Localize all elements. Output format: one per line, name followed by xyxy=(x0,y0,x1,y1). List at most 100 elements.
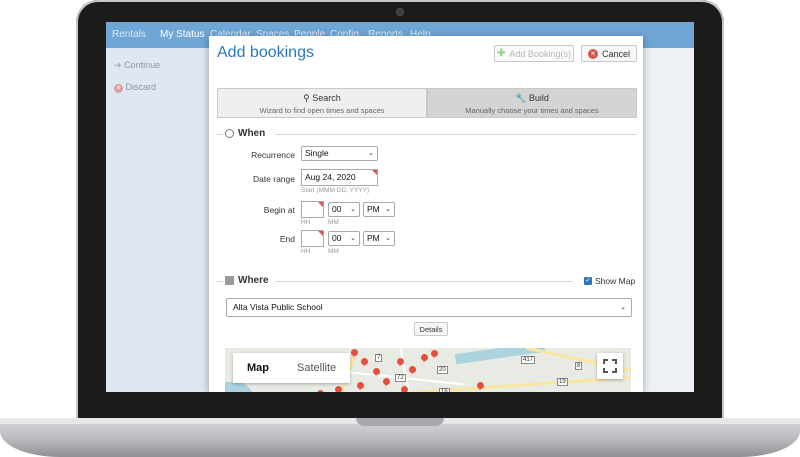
road-label: 72 xyxy=(395,374,406,382)
end-ampm-value: PM xyxy=(367,233,380,243)
details-label: Details xyxy=(419,324,443,334)
divider xyxy=(217,281,223,282)
begin-ampm-select[interactable]: PM ⌄ xyxy=(363,202,395,217)
map-marker[interactable] xyxy=(409,366,416,375)
dialog-title: Add bookings xyxy=(217,44,314,61)
add-bookings-button[interactable]: ✚ Add Booking(s) xyxy=(494,45,574,62)
sidebar-item-label: Discard xyxy=(125,82,157,92)
begin-hour-input[interactable] xyxy=(301,201,324,218)
end-label: End xyxy=(279,234,295,244)
location-map[interactable]: 417 7 7 72 20 16 2 19 8 xyxy=(225,348,631,392)
road-label: 19 xyxy=(557,378,568,386)
sidebar-item-continue[interactable]: ➜ Continue xyxy=(114,60,160,71)
map-marker[interactable] xyxy=(383,378,390,387)
divider xyxy=(217,134,223,135)
map-marker[interactable] xyxy=(431,350,438,359)
webcam xyxy=(396,8,404,16)
nav-item-my-status[interactable]: My Status xyxy=(160,29,204,40)
map-marker[interactable] xyxy=(361,358,368,367)
fullscreen-button[interactable] xyxy=(597,353,623,379)
nav-item-rentals[interactable]: Rentals xyxy=(112,29,146,40)
map-tab-satellite[interactable]: Satellite xyxy=(283,353,350,383)
map-marker[interactable] xyxy=(351,349,358,358)
close-icon: × xyxy=(587,48,598,59)
chevron-down-icon: ⌄ xyxy=(385,206,391,213)
where-heading: Where xyxy=(225,275,269,286)
when-heading: When xyxy=(225,128,265,139)
chevron-down-icon: ⌄ xyxy=(350,235,356,242)
tab-search-sub: Wizard to find open times and spaces xyxy=(259,106,385,115)
chevron-down-icon: ⌄ xyxy=(620,304,626,311)
details-button[interactable]: Details xyxy=(414,322,448,336)
show-map-checkbox[interactable]: ✓ xyxy=(584,277,592,285)
clock-icon xyxy=(225,129,234,138)
road-label: 8 xyxy=(575,362,583,370)
begin-label: Begin at xyxy=(263,205,295,215)
plus-icon: ✚ xyxy=(497,48,506,59)
laptop-screen: Rentals My Status Calendar Spaces People… xyxy=(106,22,694,392)
map-marker[interactable] xyxy=(335,386,342,392)
date-format-hint: Start (MMM DD, YYYY) xyxy=(301,187,370,194)
required-marker xyxy=(318,202,323,207)
map-marker[interactable] xyxy=(421,354,428,363)
mm-hint: MM xyxy=(328,219,339,226)
required-marker xyxy=(372,170,377,175)
close-circle-icon: × xyxy=(114,84,123,93)
recurrence-select[interactable]: Single ⌄ xyxy=(301,146,378,161)
chevron-down-icon: ⌄ xyxy=(350,206,356,213)
cancel-button[interactable]: × Cancel xyxy=(581,45,637,62)
date-range-label: Date range xyxy=(252,174,295,184)
map-marker[interactable] xyxy=(373,368,380,377)
laptop-notch xyxy=(356,418,444,426)
arrow-right-icon: ➜ xyxy=(114,60,122,70)
start-date-value: Aug 24, 2020 xyxy=(305,172,356,182)
sidebar-item-discard[interactable]: × Discard xyxy=(114,82,156,93)
tab-build-sub: Manually choose your times and spaces xyxy=(465,106,599,115)
map-marker[interactable] xyxy=(317,390,324,392)
map-marker[interactable] xyxy=(401,386,408,392)
mm-hint: MM xyxy=(328,248,339,255)
building-icon xyxy=(225,276,234,285)
road-label: 20 xyxy=(437,366,448,374)
app-sidebar: ➜ Continue × Discard xyxy=(106,48,212,392)
search-icon: ⚲ xyxy=(303,93,310,103)
map-marker[interactable] xyxy=(397,358,404,367)
map-type-control: Map Satellite xyxy=(233,353,351,383)
begin-minute-value: 00 xyxy=(332,204,342,214)
divider xyxy=(275,134,637,135)
wrench-icon: 🔧 xyxy=(515,93,527,103)
recurrence-label: Recurrence xyxy=(251,150,295,160)
hh-hint: HH xyxy=(301,219,311,226)
end-hour-input[interactable] xyxy=(301,230,324,247)
sidebar-item-label: Continue xyxy=(124,60,161,70)
chevron-down-icon: ⌄ xyxy=(385,235,391,242)
road-label: 417 xyxy=(521,356,536,364)
chevron-down-icon: ⌄ xyxy=(368,150,374,157)
end-ampm-select[interactable]: PM ⌄ xyxy=(363,231,395,246)
map-water xyxy=(225,382,255,392)
end-minute-select[interactable]: 00 ⌄ xyxy=(328,231,360,246)
add-bookings-dialog: Add bookings ✚ Add Booking(s) × Cancel ⚲… xyxy=(209,36,643,392)
tab-search[interactable]: ⚲ Search Wizard to find open times and s… xyxy=(217,88,427,118)
end-minute-value: 00 xyxy=(332,233,342,243)
required-marker xyxy=(318,231,323,236)
map-marker[interactable] xyxy=(477,382,484,391)
begin-minute-select[interactable]: 00 ⌄ xyxy=(328,202,360,217)
road-label: 16 xyxy=(439,388,450,392)
cancel-label: Cancel xyxy=(601,48,630,59)
location-value: Alta Vista Public School xyxy=(233,302,323,312)
where-heading-label: Where xyxy=(238,275,269,286)
map-tab-map[interactable]: Map xyxy=(233,353,283,383)
hh-hint: HH xyxy=(301,248,311,255)
location-select[interactable]: Alta Vista Public School ⌄ xyxy=(226,298,632,317)
fullscreen-icon xyxy=(603,359,617,373)
tab-build[interactable]: 🔧 Build Manually choose your times and s… xyxy=(427,88,637,118)
road-label: 7 xyxy=(375,354,383,362)
when-heading-label: When xyxy=(238,128,266,139)
start-date-input[interactable]: Aug 24, 2020 xyxy=(301,169,378,186)
recurrence-value: Single xyxy=(305,148,329,158)
divider xyxy=(275,281,573,282)
map-marker[interactable] xyxy=(357,382,364,391)
tab-search-label: Search xyxy=(312,93,341,103)
begin-ampm-value: PM xyxy=(367,204,380,214)
